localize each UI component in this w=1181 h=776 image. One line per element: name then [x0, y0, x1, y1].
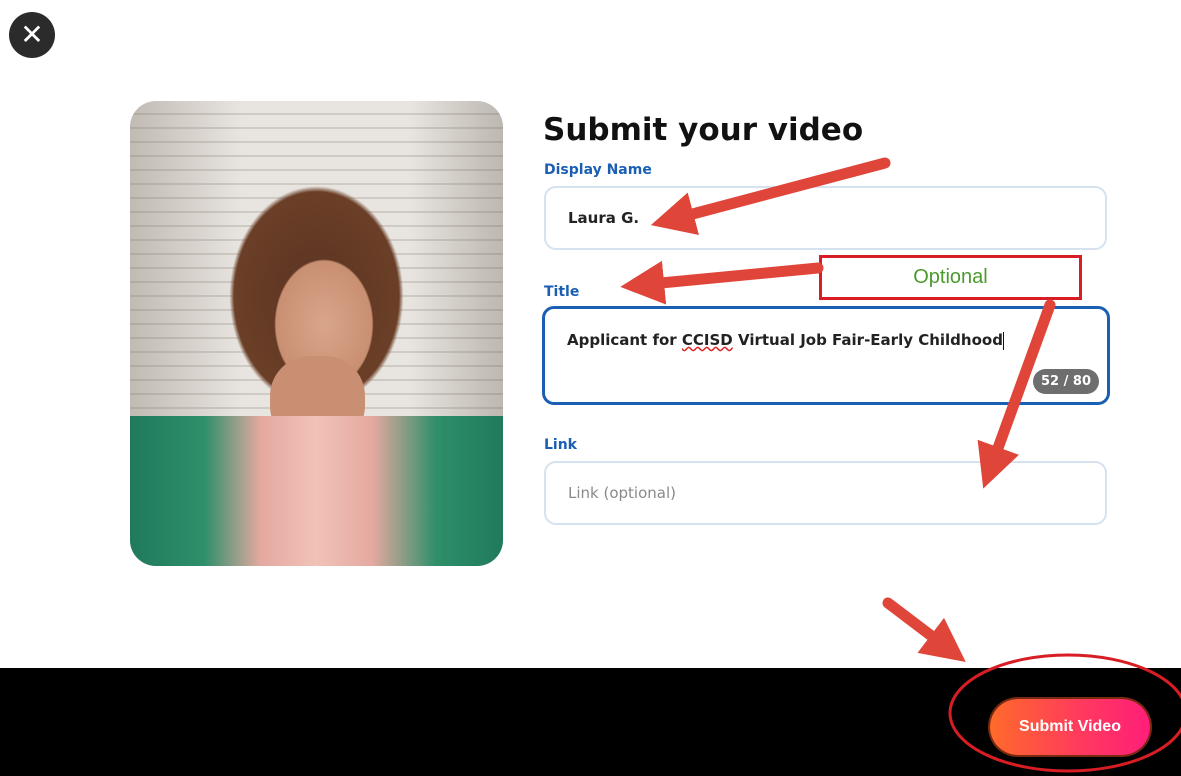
link-input[interactable]: Link (optional)	[544, 461, 1107, 525]
display-name-input[interactable]: Laura G.	[544, 186, 1107, 250]
arrow-to-submit	[882, 597, 966, 662]
title-label: Title	[544, 284, 580, 300]
video-thumbnail	[130, 101, 503, 566]
misspelled-word: CCISD	[681, 331, 733, 349]
submit-video-button[interactable]: Submit Video	[990, 699, 1150, 755]
page-title: Submit your video	[543, 112, 864, 148]
display-name-value: Laura G.	[568, 209, 640, 227]
optional-annotation: Optional	[819, 255, 1082, 300]
title-value: Applicant for CCISD Virtual Job Fair-Ear…	[567, 331, 1004, 350]
close-icon: ✕	[20, 18, 44, 51]
arrow-to-title	[620, 260, 824, 305]
close-button[interactable]: ✕	[9, 12, 55, 58]
link-placeholder: Link (optional)	[568, 484, 676, 502]
title-textarea[interactable]: Applicant for CCISD Virtual Job Fair-Ear…	[542, 306, 1110, 405]
link-label: Link	[544, 437, 577, 453]
character-counter: 52 / 80	[1033, 369, 1099, 394]
display-name-label: Display Name	[544, 162, 652, 178]
text-caret	[1002, 331, 1004, 350]
